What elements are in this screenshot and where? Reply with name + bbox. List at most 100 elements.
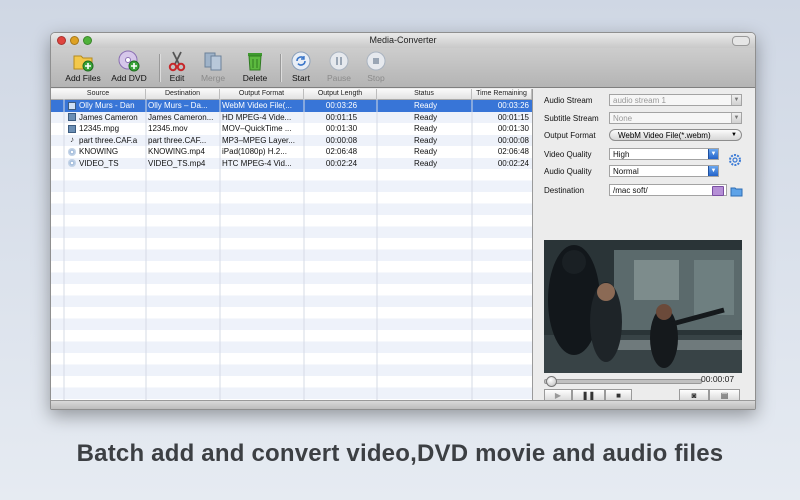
header-time-remaining[interactable]: Time Remaining xyxy=(472,89,532,99)
table-row[interactable]: James Cameron James Cameron... HD MPEG-4… xyxy=(51,111,532,123)
audio-quality-select[interactable]: Normal ▼ xyxy=(609,165,719,177)
merge-button[interactable]: Merge xyxy=(191,50,235,83)
merge-film-icon xyxy=(202,50,224,72)
cell-destination: 12345.mov xyxy=(148,124,188,133)
delete-button[interactable]: Delete xyxy=(233,50,277,83)
add-dvd-button[interactable]: Add DVD xyxy=(107,50,151,83)
camera-icon: ◙ xyxy=(691,391,697,400)
stop-icon: ■ xyxy=(616,391,621,400)
header-source[interactable]: Source xyxy=(51,89,146,99)
audio-quality-value: Normal xyxy=(613,167,639,176)
playback-slider[interactable] xyxy=(544,376,702,387)
cell-status: Ready xyxy=(413,158,438,168)
cell-time-remaining: 00:01:30 xyxy=(497,124,529,133)
folder-icon xyxy=(712,186,724,196)
toolbar-toggle-button[interactable] xyxy=(732,36,750,46)
table-header: Source Destination Output Format Output … xyxy=(51,89,532,100)
cell-output-format: HTC MPEG-4 Vid... xyxy=(222,158,292,168)
merge-label: Merge xyxy=(200,73,226,83)
subtitle-stream-value: None xyxy=(613,114,633,123)
chevron-down-icon: ▼ xyxy=(708,149,718,159)
music-note-icon: ♪ xyxy=(70,135,74,145)
cell-source: part three.CAF.a xyxy=(79,135,138,145)
add-files-label: Add Files xyxy=(65,73,101,83)
video-quality-label: Video Quality xyxy=(544,150,592,159)
film-icon xyxy=(68,101,76,110)
window-controls xyxy=(57,36,92,45)
scissors-icon xyxy=(166,50,188,72)
table-row[interactable]: 12345.mpg 12345.mov MOV–QuickTime ... 00… xyxy=(51,123,532,135)
cell-output-format: HD MPEG-4 Vide... xyxy=(222,112,292,122)
table-row[interactable]: KNOWING KNOWING.mp4 iPad(1080p) H.2... 0… xyxy=(51,146,532,158)
close-window-button[interactable] xyxy=(57,36,66,45)
table-row[interactable]: VIDEO_TS VIDEO_TS.mp4 HTC MPEG-4 Vid... … xyxy=(51,157,532,169)
chevron-down-icon: ▼ xyxy=(731,132,737,138)
edit-label: Edit xyxy=(169,73,185,83)
cell-output-format: iPad(1080p) H.2... xyxy=(222,147,287,156)
title-bar: Media-Converter xyxy=(51,33,755,48)
playback-slider-knob[interactable] xyxy=(546,376,558,387)
window-title: Media-Converter xyxy=(369,35,437,45)
pause-label: Pause xyxy=(326,73,352,83)
file-table[interactable]: Source Destination Output Format Output … xyxy=(51,89,533,401)
play-icon: ▶ xyxy=(554,391,562,400)
cell-output-length: 00:03:26 xyxy=(325,101,358,110)
subtitle-stream-select[interactable]: None ▼ xyxy=(609,112,742,124)
main-content: Source Destination Output Format Output … xyxy=(51,89,755,402)
zoom-window-button[interactable] xyxy=(83,36,92,45)
cell-output-length: 00:01:15 xyxy=(325,112,358,122)
header-destination[interactable]: Destination xyxy=(146,89,220,99)
cell-status: Ready xyxy=(413,101,438,110)
cell-source: KNOWING xyxy=(79,147,119,156)
disc-icon xyxy=(68,159,76,168)
cell-destination: VIDEO_TS.mp4 xyxy=(148,158,206,168)
audio-stream-select[interactable]: audio stream 1 ▼ xyxy=(609,94,742,106)
app-window: Media-Converter Add Files Add DVD Edit M… xyxy=(50,32,756,410)
playback-time: 00:00:07 xyxy=(701,374,735,384)
cell-output-length: 00:01:30 xyxy=(325,124,358,133)
cell-output-length: 00:02:24 xyxy=(325,158,358,168)
chevron-down-icon: ▼ xyxy=(731,95,741,105)
cell-time-remaining: 00:03:26 xyxy=(497,101,529,110)
stop-label: Stop xyxy=(367,73,385,83)
folder-add-icon xyxy=(72,50,94,72)
quality-settings-gear-icon[interactable] xyxy=(728,153,742,167)
disc-icon xyxy=(68,147,76,156)
header-status[interactable]: Status xyxy=(377,89,472,99)
table-row[interactable]: Olly Murs - Dan Olly Murs – Da... WebM V… xyxy=(51,100,532,112)
video-quality-value: High xyxy=(613,150,630,159)
empty-table-area[interactable] xyxy=(51,169,532,401)
destination-field[interactable]: /mac soft/ xyxy=(609,184,727,196)
destination-label: Destination xyxy=(544,186,585,195)
minimize-window-button[interactable] xyxy=(70,36,79,45)
stop-button[interactable]: Stop xyxy=(354,50,398,83)
output-format-label: Output Format xyxy=(544,131,596,140)
table-rows: Olly Murs - Dan Olly Murs – Da... WebM V… xyxy=(51,100,532,169)
status-bar xyxy=(51,400,755,409)
audio-quality-label: Audio Quality xyxy=(544,167,592,176)
cell-time-remaining: 02:06:48 xyxy=(497,147,529,156)
video-quality-select[interactable]: High ▼ xyxy=(609,148,719,160)
cell-destination: part three.CAF... xyxy=(148,135,207,145)
cell-output-format: MOV–QuickTime ... xyxy=(222,124,292,133)
header-output-length[interactable]: Output Length xyxy=(304,89,377,99)
promo-caption: Batch add and convert video,DVD movie an… xyxy=(76,440,724,467)
cell-destination: KNOWING.mp4 xyxy=(148,147,205,156)
destination-value: /mac soft/ xyxy=(613,186,648,195)
delete-label: Delete xyxy=(242,73,268,83)
trash-icon xyxy=(244,50,266,72)
cell-output-length: 02:06:48 xyxy=(325,147,358,156)
chevron-down-icon: ▼ xyxy=(731,113,741,123)
open-folder-button[interactable] xyxy=(730,184,743,197)
cell-status: Ready xyxy=(413,112,438,122)
output-format-select[interactable]: WebM Video File(*.webm) ▼ xyxy=(609,129,742,141)
header-output-format[interactable]: Output Format xyxy=(220,89,304,99)
chevron-down-icon: ▼ xyxy=(708,166,718,176)
film-icon xyxy=(68,124,76,133)
add-files-button[interactable]: Add Files xyxy=(61,50,105,83)
table-row[interactable]: ♪ part three.CAF.a part three.CAF... MP3–… xyxy=(51,134,532,146)
cell-status: Ready xyxy=(413,135,438,145)
add-dvd-label: Add DVD xyxy=(111,73,147,83)
cell-source: Olly Murs - Dan xyxy=(79,101,135,110)
settings-panel: Audio Stream audio stream 1 ▼ Subtitle S… xyxy=(533,89,755,402)
